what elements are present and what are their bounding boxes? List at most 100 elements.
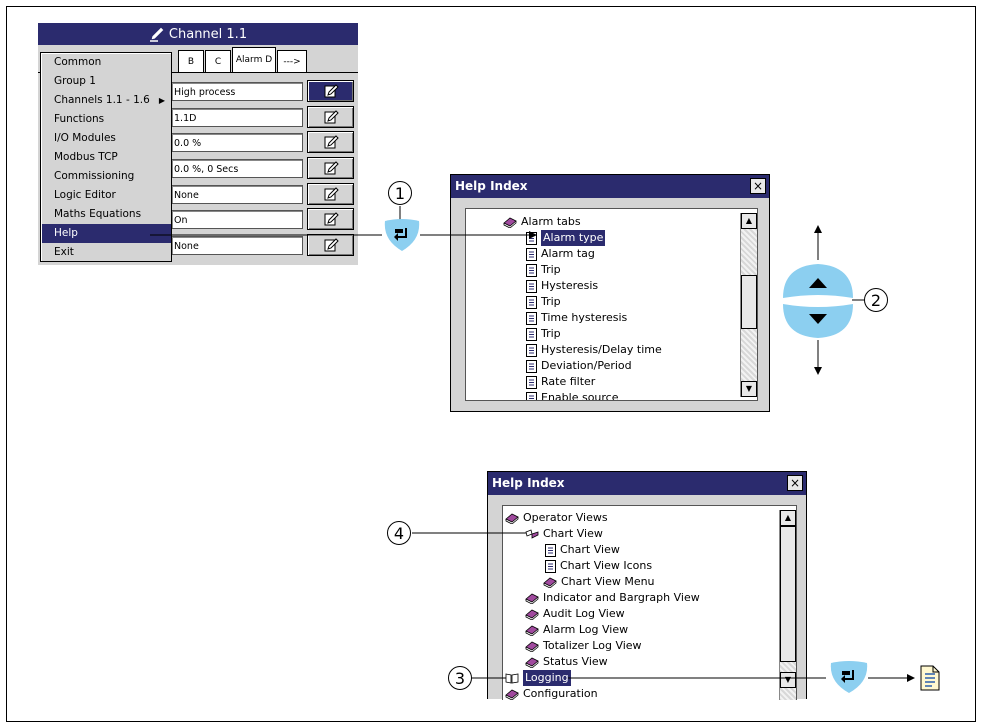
book-icon xyxy=(525,609,539,620)
help-topic-page[interactable]: Hysteresis xyxy=(526,278,598,294)
menu-item-common[interactable]: Common xyxy=(42,53,171,72)
enter-key-icon[interactable] xyxy=(828,660,870,696)
tab-b-label: B xyxy=(187,56,195,67)
scroll-thumb[interactable] xyxy=(780,526,796,662)
help-topic-page[interactable]: Rate filter xyxy=(526,374,595,390)
page-icon xyxy=(526,343,537,357)
help-topic-label: Trip xyxy=(541,295,561,308)
book-icon xyxy=(525,625,539,636)
open-book-icon xyxy=(505,673,519,684)
enabled-field[interactable]: On xyxy=(171,210,303,229)
alarm-tag-field[interactable]: 1.1D xyxy=(171,108,303,127)
help-topic-page[interactable]: Alarm type xyxy=(526,230,606,246)
help-topic-label: Hysteresis xyxy=(541,279,599,292)
help-topic-book-open[interactable]: Chart View xyxy=(525,526,603,542)
edit-button-1[interactable] xyxy=(307,80,354,102)
help-topic-page[interactable]: Chart View xyxy=(545,542,620,558)
page-icon xyxy=(526,295,537,309)
vertical-scrollbar[interactable]: ▲ ▼ xyxy=(740,213,757,397)
menu-item-maths-equations[interactable]: Maths Equations xyxy=(42,205,171,224)
book-icon xyxy=(525,641,539,652)
enable-source-field[interactable]: None xyxy=(171,185,303,204)
help-topic-label: Hysteresis/Delay time xyxy=(541,343,662,356)
help-topic-book[interactable]: Audit Log View xyxy=(525,606,625,622)
menu-item-commissioning[interactable]: Commissioning xyxy=(42,167,171,186)
menu-item-exit[interactable]: Exit xyxy=(42,243,171,262)
tab-b[interactable]: B xyxy=(178,50,204,72)
help-topic-page[interactable]: Trip xyxy=(526,294,561,310)
edit-button-6[interactable] xyxy=(307,208,354,230)
edit-button-2[interactable] xyxy=(307,106,354,128)
book-icon xyxy=(503,217,517,228)
up-key-icon[interactable] xyxy=(783,264,853,298)
tab-alarm-d[interactable]: Alarm D xyxy=(232,47,276,72)
menu-item-io-modules[interactable]: I/O Modules xyxy=(42,129,171,148)
scroll-down-button[interactable]: ▼ xyxy=(741,381,757,397)
menu-item-modbus-tcp[interactable]: Modbus TCP xyxy=(42,148,171,167)
tab-c[interactable]: C xyxy=(205,50,231,72)
vertical-scrollbar[interactable]: ▲ ▼ xyxy=(779,510,796,700)
help-topic-book-open[interactable]: Logging xyxy=(505,670,571,686)
help-topic-label: Operator Views xyxy=(523,511,608,524)
help-topic-label: Trip xyxy=(541,327,561,340)
help-topic-label: Configuration xyxy=(523,687,598,700)
help-topic-label: Audit Log View xyxy=(543,607,625,620)
submenu-arrow-icon: ▶ xyxy=(158,96,165,105)
help-topic-book[interactable]: Totalizer Log View xyxy=(525,638,642,654)
channel-title-bar: Channel 1.1 xyxy=(38,23,358,45)
scroll-up-button[interactable]: ▲ xyxy=(741,213,757,229)
edit-button-7[interactable] xyxy=(307,234,354,256)
edit-button-5[interactable] xyxy=(307,183,354,205)
help-topic-page[interactable]: Alarm tag xyxy=(526,246,595,262)
help-topic-label: Enable source xyxy=(541,391,619,401)
edit-button-4[interactable] xyxy=(307,157,354,179)
help-topic-label: Alarm tabs xyxy=(521,215,581,228)
help-topic-label: Deviation/Period xyxy=(541,359,632,372)
page-icon xyxy=(526,391,537,400)
help-topic-page[interactable]: Trip xyxy=(526,326,561,342)
help-topic-page[interactable]: Deviation/Period xyxy=(526,358,632,374)
help-topic-label: Indicator and Bargraph View xyxy=(543,591,700,604)
trip-field[interactable]: 0.0 % xyxy=(171,133,303,152)
menu-item-channels[interactable]: Channels 1.1 - 1.6 ▶ xyxy=(42,91,171,110)
close-button[interactable]: × xyxy=(787,475,803,491)
scroll-down-button[interactable]: ▼ xyxy=(780,672,796,688)
help-topic-page[interactable]: Time hysteresis xyxy=(526,310,627,326)
edit-icon xyxy=(324,187,339,201)
down-key-icon[interactable] xyxy=(783,304,853,338)
edit-icon xyxy=(324,84,339,98)
menu-item-channels-label: Channels 1.1 - 1.6 xyxy=(54,94,150,106)
close-button[interactable]: × xyxy=(750,178,766,194)
help-topic-book[interactable]: Configuration xyxy=(505,686,598,700)
menu-item-logic-editor[interactable]: Logic Editor xyxy=(42,186,171,205)
help-topic-page[interactable]: Chart View Icons xyxy=(545,558,652,574)
help-topic-page[interactable]: Enable source xyxy=(526,390,619,401)
menu-item-help[interactable]: Help xyxy=(42,224,171,243)
help-topic-page[interactable]: Hysteresis/Delay time xyxy=(526,342,662,358)
help-topic-book[interactable]: Operator Views xyxy=(505,510,608,526)
edit-button-3[interactable] xyxy=(307,131,354,153)
help-topic-book[interactable]: Alarm tabs xyxy=(503,214,581,230)
help-topic-label: Chart View xyxy=(543,527,603,540)
acknowledge-field[interactable]: None xyxy=(171,236,303,255)
help-topic-label: Chart View Icons xyxy=(560,559,653,572)
scroll-thumb[interactable] xyxy=(741,275,757,329)
help-topic-page[interactable]: Trip xyxy=(526,262,561,278)
help-topic-book[interactable]: Indicator and Bargraph View xyxy=(525,590,700,606)
book-icon xyxy=(543,577,557,588)
help-topic-book[interactable]: Status View xyxy=(525,654,608,670)
menu-item-group-1[interactable]: Group 1 xyxy=(42,72,171,91)
hysteresis-field[interactable]: 0.0 %, 0 Secs xyxy=(171,159,303,178)
menu-item-functions[interactable]: Functions xyxy=(42,110,171,129)
page-icon xyxy=(526,327,537,341)
help-topic-book[interactable]: Alarm Log View xyxy=(525,622,628,638)
tab-next[interactable]: ---> xyxy=(277,50,307,72)
edit-icon xyxy=(324,238,339,252)
tab-c-label: C xyxy=(214,56,222,67)
edit-icon xyxy=(324,212,339,226)
alarm-type-field[interactable]: High process xyxy=(171,82,303,101)
page-icon xyxy=(526,247,537,261)
help-topic-book[interactable]: Chart View Menu xyxy=(543,574,655,590)
enter-key-icon[interactable] xyxy=(382,218,422,254)
scroll-up-button[interactable]: ▲ xyxy=(780,510,796,526)
